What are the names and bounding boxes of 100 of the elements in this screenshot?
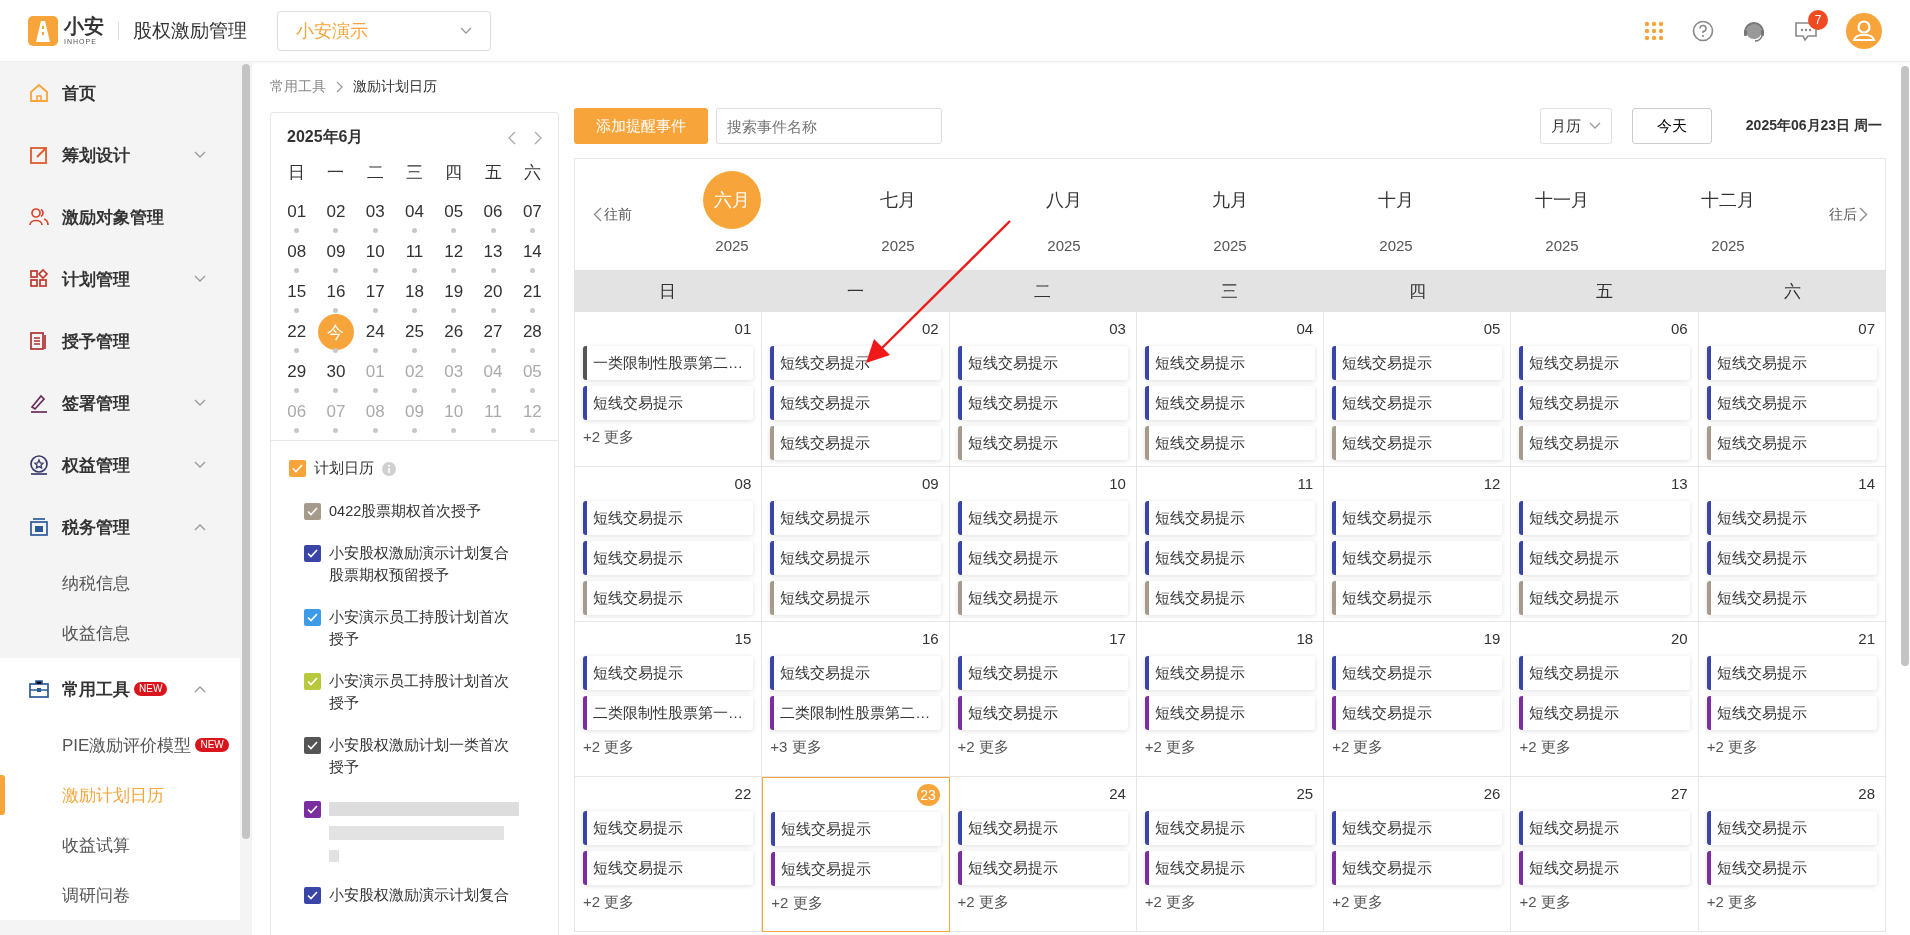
event-item[interactable]: 短线交易提示	[770, 386, 941, 420]
event-item[interactable]: 短线交易提示	[1332, 696, 1503, 730]
event-item[interactable]: 短线交易提示	[957, 501, 1128, 535]
scrollbar[interactable]	[1901, 66, 1909, 666]
month-tab[interactable]: 十一月	[1533, 171, 1591, 229]
calendar-cell[interactable]: 03 短线交易提示 短线交易提示 短线交易提示	[949, 312, 1137, 467]
event-item[interactable]: 短线交易提示	[1706, 346, 1877, 380]
calendar-day[interactable]: 01	[278, 194, 315, 230]
sidebar-item[interactable]: 税务管理	[0, 496, 240, 558]
event-item[interactable]: 短线交易提示	[957, 851, 1128, 885]
calendar-cell[interactable]: 15 短线交易提示 二类限制性股票第一… +2 更多	[575, 622, 763, 777]
more-events-link[interactable]: +2 更多	[1519, 893, 1571, 912]
event-item[interactable]: 短线交易提示	[1144, 696, 1316, 730]
month-tab[interactable]: 八月	[1035, 171, 1093, 229]
more-events-link[interactable]: +2 更多	[583, 893, 635, 912]
event-item[interactable]: 短线交易提示	[1706, 581, 1877, 615]
calendar-day[interactable]: 07	[514, 194, 551, 230]
more-events-link[interactable]: +2 更多	[1519, 738, 1571, 757]
calendar-day[interactable]: 02	[317, 194, 354, 230]
scrollbar[interactable]	[242, 64, 250, 839]
calendar-cell[interactable]: 20 短线交易提示 短线交易提示 +2 更多	[1511, 622, 1699, 777]
today-button[interactable]: 今天	[1631, 108, 1712, 144]
more-events-link[interactable]: +2 更多	[1144, 738, 1197, 757]
sidebar-subitem[interactable]: 纳税信息	[0, 558, 240, 608]
more-events-link[interactable]: +3 更多	[770, 738, 822, 757]
event-item[interactable]: 短线交易提示	[1332, 541, 1503, 575]
event-item[interactable]: 短线交易提示	[1332, 501, 1503, 535]
event-item[interactable]: 短线交易提示	[1144, 656, 1316, 690]
event-item[interactable]: 短线交易提示	[1519, 811, 1690, 845]
calendar-day[interactable]: 30	[317, 354, 354, 390]
event-item[interactable]: 短线交易提示	[1144, 811, 1316, 845]
event-item[interactable]: 短线交易提示	[1706, 811, 1877, 845]
event-item[interactable]: 短线交易提示	[1144, 386, 1316, 420]
event-item[interactable]: 短线交易提示	[583, 541, 754, 575]
checkbox[interactable]	[304, 609, 321, 626]
calendar-cell[interactable]: 19 短线交易提示 短线交易提示 +2 更多	[1324, 622, 1512, 777]
event-item[interactable]: 短线交易提示	[957, 346, 1128, 380]
event-item[interactable]: 短线交易提示	[1706, 501, 1877, 535]
event-item[interactable]: 短线交易提示	[770, 346, 941, 380]
more-events-link[interactable]: +2 更多	[957, 738, 1009, 757]
month-tab[interactable]: 十二月	[1699, 171, 1757, 229]
event-item[interactable]: 短线交易提示	[771, 812, 941, 846]
help-icon[interactable]	[1692, 19, 1714, 42]
event-item[interactable]: 二类限制性股票第一…	[583, 696, 754, 730]
event-item[interactable]: 短线交易提示	[1144, 541, 1316, 575]
event-item[interactable]: 短线交易提示	[1519, 581, 1690, 615]
calendar-day[interactable]: 08	[278, 234, 315, 270]
calendar-day[interactable]: 04	[396, 194, 433, 230]
month-tab[interactable]: 十月	[1367, 171, 1425, 229]
calendar-cell[interactable]: 16 短线交易提示 二类限制性股票第二… +3 更多	[762, 622, 950, 777]
calendar-cell[interactable]: 10 短线交易提示 短线交易提示 短线交易提示	[949, 467, 1137, 622]
event-item[interactable]: 短线交易提示	[1706, 656, 1877, 690]
event-item[interactable]: 短线交易提示	[1706, 851, 1877, 885]
calendar-day[interactable]: 12	[435, 234, 472, 270]
event-item[interactable]: 短线交易提示	[1332, 581, 1503, 615]
event-item[interactable]: 短线交易提示	[1519, 541, 1690, 575]
event-item[interactable]: 短线交易提示	[1144, 501, 1316, 535]
more-events-link[interactable]: +2 更多	[1332, 893, 1384, 912]
calendar-cell[interactable]: 23 短线交易提示 短线交易提示 +2 更多	[762, 777, 950, 932]
sidebar-subitem[interactable]: 收益试算	[0, 820, 240, 870]
calendar-day[interactable]: 10	[357, 234, 394, 270]
event-item[interactable]: 短线交易提示	[1519, 696, 1690, 730]
calendar-day[interactable]: 09	[317, 234, 354, 270]
sidebar-item[interactable]: 筹划设计	[0, 124, 240, 186]
event-item[interactable]: 短线交易提示	[957, 541, 1128, 575]
event-item[interactable]: 短线交易提示	[1332, 811, 1503, 845]
event-item[interactable]: 短线交易提示	[583, 581, 754, 615]
event-item[interactable]: 一类限制性股票第二…	[583, 346, 754, 380]
event-item[interactable]: 短线交易提示	[583, 656, 754, 690]
calendar-cell[interactable]: 05 短线交易提示 短线交易提示 短线交易提示	[1324, 312, 1512, 467]
event-item[interactable]: 短线交易提示	[583, 386, 754, 420]
search-field[interactable]: 搜索事件名称	[716, 108, 942, 144]
event-item[interactable]: 短线交易提示	[1332, 851, 1503, 885]
event-item[interactable]: 短线交易提示	[957, 656, 1128, 690]
sidebar-item[interactable]: 授予管理	[0, 310, 240, 372]
event-item[interactable]: 短线交易提示	[1519, 346, 1690, 380]
checkbox[interactable]	[289, 460, 306, 477]
more-events-link[interactable]: +2 更多	[1706, 738, 1758, 757]
calendar-day[interactable]: 21	[514, 274, 551, 310]
calendar-day[interactable]: 20	[475, 274, 512, 310]
month-tab[interactable]: 九月	[1201, 171, 1259, 229]
event-item[interactable]: 短线交易提示	[957, 811, 1128, 845]
calendar-day[interactable]: 18	[396, 274, 433, 310]
calendar-day[interactable]: 27	[475, 314, 512, 350]
calendar-day[interactable]: 26	[435, 314, 472, 350]
calendar-day[interactable]: 28	[514, 314, 551, 350]
event-item[interactable]: 短线交易提示	[1144, 581, 1316, 615]
apps-grid-icon[interactable]	[1644, 20, 1664, 41]
calendar-cell[interactable]: 25 短线交易提示 短线交易提示 +2 更多	[1136, 777, 1325, 932]
calendar-day[interactable]: 05	[435, 194, 472, 230]
event-item[interactable]: 短线交易提示	[583, 811, 754, 845]
calendar-cell[interactable]: 04 短线交易提示 短线交易提示 短线交易提示	[1136, 312, 1325, 467]
calendar-cell[interactable]: 06 短线交易提示 短线交易提示 短线交易提示	[1511, 312, 1699, 467]
calendar-cell[interactable]: 26 短线交易提示 短线交易提示 +2 更多	[1324, 777, 1512, 932]
previous-month-icon[interactable]	[508, 130, 516, 145]
sidebar-item[interactable]: 首页	[0, 62, 240, 124]
sidebar-subitem[interactable]: 调研问卷	[0, 870, 240, 920]
calendar-cell[interactable]: 24 短线交易提示 短线交易提示 +2 更多	[949, 777, 1137, 932]
calendar-day[interactable]: 22	[278, 314, 315, 350]
month-tab[interactable]: 七月	[869, 171, 927, 229]
